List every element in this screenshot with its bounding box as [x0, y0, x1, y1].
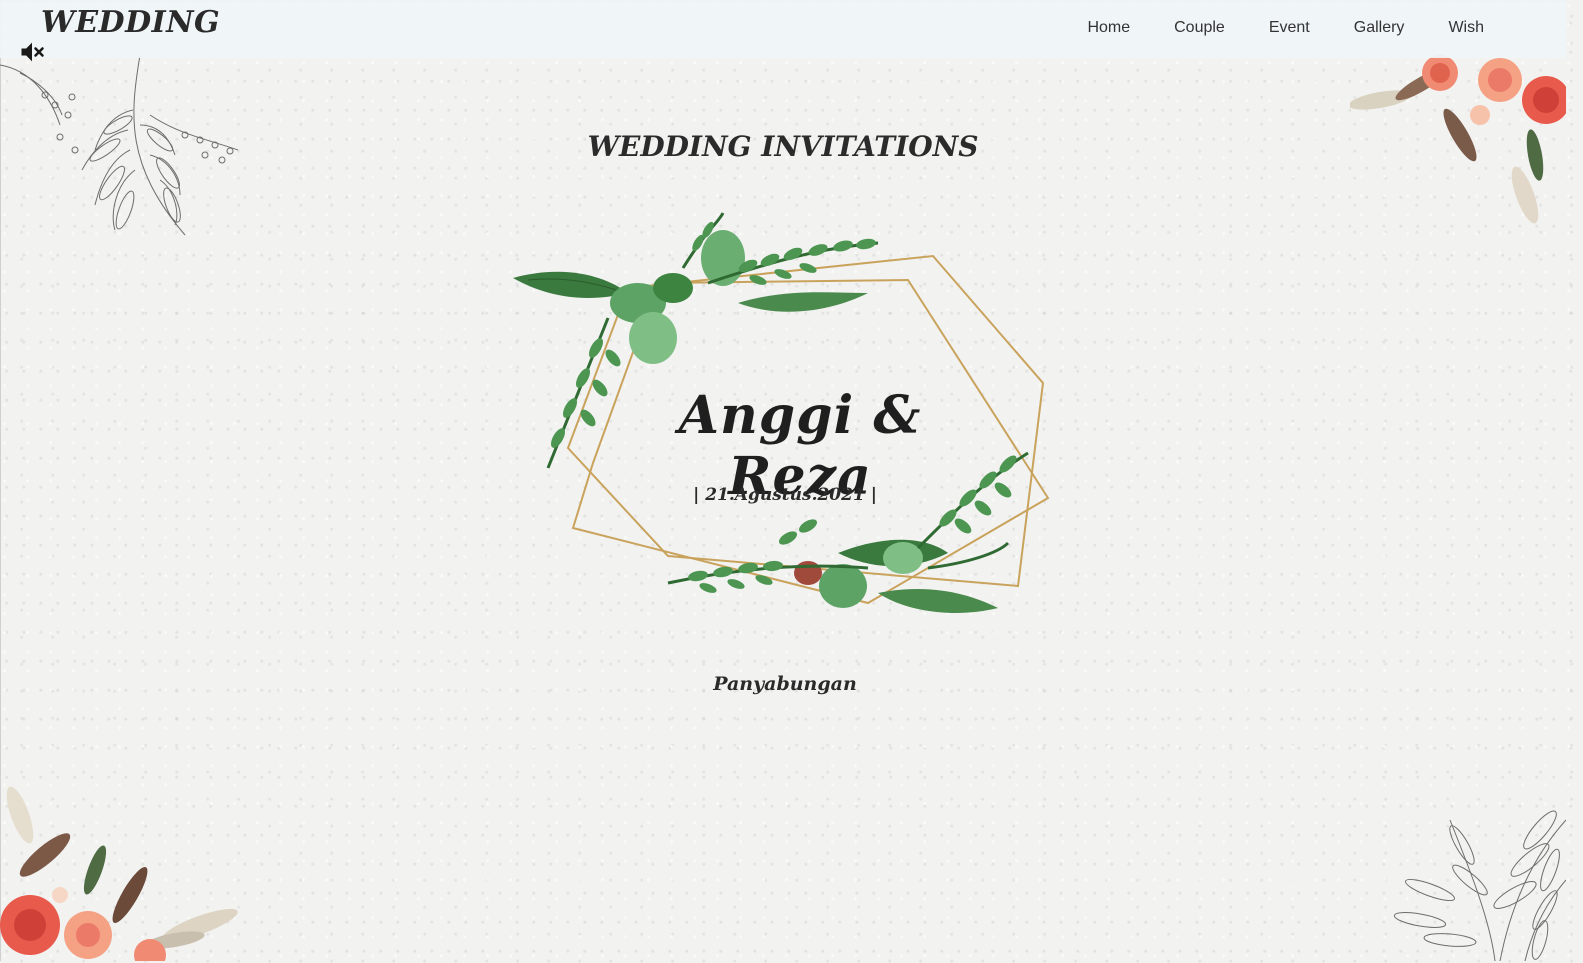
- speaker-muted-icon: [21, 42, 44, 62]
- audio-toggle-button[interactable]: [18, 38, 46, 66]
- rose-cluster-bottom-left: [0, 786, 238, 961]
- line-art-leaves-bottom-right: [1393, 810, 1566, 961]
- navbar: WEDDING Home Couple Event Gallery Wish: [0, 0, 1566, 58]
- brand-logo[interactable]: WEDDING: [41, 5, 220, 40]
- wedding-date: | 21.Agustus.2021 |: [693, 485, 877, 505]
- invitation-title: WEDDING INVITATIONS: [587, 130, 979, 163]
- wedding-location: Panyabungan: [713, 673, 857, 695]
- nav-link-wish[interactable]: Wish: [1426, 19, 1506, 37]
- nav-links: Home Couple Event Gallery Wish: [1065, 19, 1506, 37]
- nav-link-couple[interactable]: Couple: [1152, 19, 1247, 37]
- nav-link-home[interactable]: Home: [1065, 19, 1152, 37]
- nav-link-event[interactable]: Event: [1247, 19, 1332, 37]
- nav-link-gallery[interactable]: Gallery: [1332, 19, 1427, 37]
